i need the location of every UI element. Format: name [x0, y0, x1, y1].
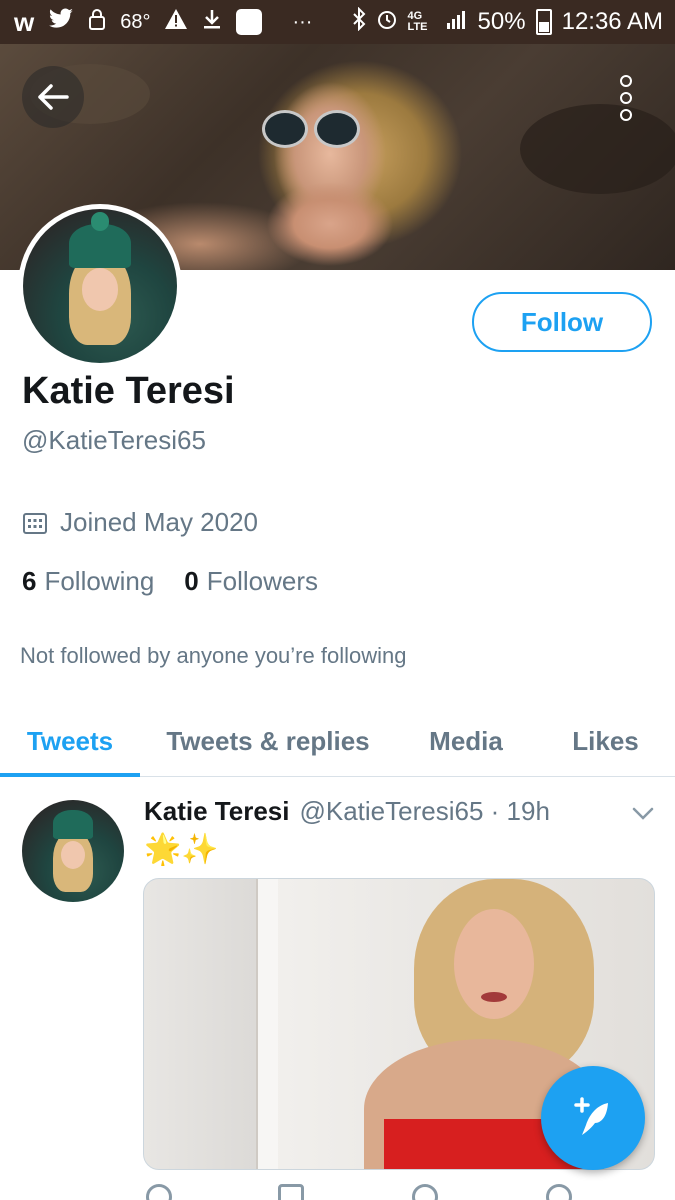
following-count: 6	[22, 566, 37, 596]
share-icon[interactable]	[546, 1184, 572, 1200]
chevron-down-icon	[632, 807, 654, 820]
tab-media[interactable]: Media	[396, 706, 536, 776]
tweet-header: Katie Teresi @KatieTeresi65 · 19h	[144, 796, 550, 827]
bluetooth-icon	[352, 6, 366, 37]
following-link[interactable]: 6 Following	[22, 566, 154, 597]
status-bar: w 68° ··· 4G LTE 50% 12:36 AM	[0, 0, 675, 44]
tweet-text: 🌟✨	[144, 833, 219, 866]
tab-tweets[interactable]: Tweets	[0, 706, 140, 777]
followers-count: 0	[184, 566, 199, 596]
arrow-left-icon	[38, 84, 69, 110]
compose-tweet-button[interactable]	[541, 1066, 645, 1170]
download-icon	[202, 8, 222, 36]
temperature-text: 68°	[120, 10, 151, 33]
joined-date: Joined May 2020	[22, 507, 258, 538]
network-type-label: 4G LTE	[407, 10, 428, 33]
retweet-icon[interactable]	[278, 1184, 304, 1200]
signal-icon	[446, 8, 468, 36]
profile-display-name: Katie Teresi	[22, 370, 235, 412]
battery-percent: 50%	[477, 8, 526, 35]
tweet-avatar[interactable]	[22, 800, 124, 902]
tweet-author-name[interactable]: Katie Teresi	[144, 796, 289, 827]
follow-stats: 6 Following 0 Followers	[22, 566, 318, 597]
profile-handle: @KatieTeresi65	[22, 425, 206, 455]
compose-feather-icon	[574, 1097, 608, 1135]
follow-button[interactable]: Follow	[472, 292, 652, 352]
tab-tweets-replies[interactable]: Tweets & replies	[140, 706, 396, 776]
lock-icon	[88, 8, 106, 36]
warning-icon	[164, 8, 188, 36]
calendar-icon	[23, 512, 47, 534]
wish-app-icon: w	[14, 6, 35, 37]
following-label: Following	[44, 566, 155, 596]
tweet-options-button[interactable]	[630, 802, 656, 824]
like-icon[interactable]	[412, 1184, 438, 1200]
more-notifications-icon: ···	[292, 10, 313, 33]
tab-likes[interactable]: Likes	[536, 706, 675, 776]
more-options-button[interactable]	[604, 70, 648, 126]
vertical-dots-icon	[620, 75, 632, 87]
battery-icon	[535, 9, 552, 35]
tweet-actions	[0, 1180, 675, 1200]
followers-label: Followers	[206, 566, 319, 596]
back-button[interactable]	[22, 66, 84, 128]
not-followed-notice: Not followed by anyone you’re following	[20, 643, 407, 668]
joined-text: Joined May 2020	[60, 507, 259, 537]
clock-time: 12:36 AM	[561, 8, 663, 35]
tweet-meta: @KatieTeresi65 · 19h	[299, 796, 550, 826]
app-notification-icon	[236, 9, 263, 35]
reply-icon[interactable]	[146, 1184, 172, 1200]
profile-tabs: Tweets Tweets & replies Media Likes	[0, 706, 675, 777]
profile-avatar[interactable]	[18, 204, 182, 368]
alarm-icon	[376, 8, 398, 36]
followers-link[interactable]: 0 Followers	[184, 566, 318, 597]
twitter-bird-icon	[48, 8, 74, 36]
